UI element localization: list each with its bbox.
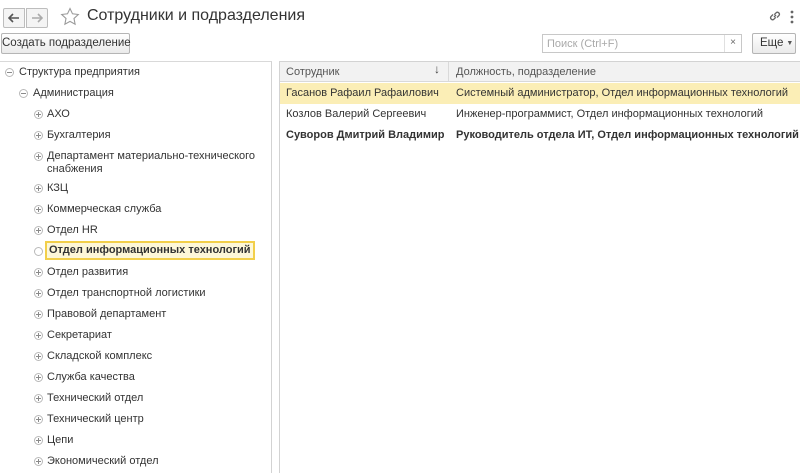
tree-node-admin[interactable]: Администрация — [0, 85, 270, 105]
create-department-button[interactable]: Создать подразделение — [1, 33, 131, 54]
tree-item-label: Технический отдел — [47, 392, 144, 404]
leaf-icon — [34, 247, 43, 256]
department-tree: Структура предприятия Администрация АХО … — [0, 61, 272, 473]
column-header-employee[interactable]: Сотрудник — [280, 62, 449, 82]
collapse-icon[interactable] — [5, 68, 14, 77]
tree-item-label: Секретариат — [47, 329, 112, 341]
expand-icon[interactable] — [34, 457, 43, 466]
page-title: Сотрудники и подразделения — [87, 7, 306, 24]
tree-item-warehouse[interactable]: Складской комплекс — [0, 348, 270, 368]
expand-icon[interactable] — [34, 268, 43, 277]
arrow-left-icon — [8, 13, 19, 23]
expand-icon[interactable] — [34, 184, 43, 193]
tree-item-label: Складской комплекс — [47, 350, 153, 362]
tree-item-label: Правовой департамент — [47, 308, 167, 320]
search-clear-button[interactable]: × — [724, 35, 741, 52]
tree-item-technical-center[interactable]: Технический центр — [0, 411, 270, 431]
tree-item-quality[interactable]: Служба качества — [0, 369, 270, 389]
tree-item-label: Отдел транспортной логистики — [47, 287, 206, 299]
arrow-right-icon — [32, 13, 43, 23]
tree-node-admin-label: Администрация — [33, 87, 114, 99]
tree-item-commercial[interactable]: Коммерческая служба — [0, 201, 270, 221]
tree-item-chains[interactable]: Цепи — [0, 432, 270, 452]
cell-position: Руководитель отдела ИТ, Отдел информацио… — [456, 129, 799, 141]
tree-item-accounting[interactable]: Бухгалтерия — [0, 127, 270, 147]
tree-item-label: Отдел развития — [47, 266, 129, 278]
expand-icon[interactable] — [34, 289, 43, 298]
back-button[interactable] — [3, 8, 25, 28]
tree-item-label: Экономический отдел — [47, 455, 159, 467]
tree-item-supply[interactable]: Департамент материально-технического сна… — [0, 148, 270, 180]
tree-item-label: Бухгалтерия — [47, 129, 111, 141]
tree-item-label-selected: Отдел информационных технологий — [45, 241, 255, 260]
expand-icon[interactable] — [34, 226, 43, 235]
expand-icon[interactable] — [34, 352, 43, 361]
tree-item-label: Технический центр — [47, 413, 144, 425]
sort-down-icon[interactable]: ↓ — [434, 62, 440, 76]
table-header: Сотрудник ↓ Должность, подразделение — [280, 62, 800, 82]
link-icon[interactable] — [768, 9, 782, 23]
expand-icon[interactable] — [34, 110, 43, 119]
tree-item-technical-dept[interactable]: Технический отдел — [0, 390, 270, 410]
tree-item-label: Цепи — [47, 434, 74, 446]
tree-item-economic[interactable]: Экономический отдел — [0, 453, 270, 473]
collapse-icon[interactable] — [19, 89, 28, 98]
title-bar: Сотрудники и подразделения — [0, 0, 800, 34]
tree-item-legal[interactable]: Правовой департамент — [0, 306, 270, 326]
tree-item-label: Департамент материально-технического сна… — [47, 150, 256, 175]
tree-root[interactable]: Структура предприятия — [0, 64, 270, 84]
tree-item-it[interactable]: Отдел информационных технологий — [0, 241, 270, 263]
table-row[interactable]: Гасанов Рафаил Рафаилович Системный адми… — [280, 83, 800, 104]
expand-icon[interactable] — [34, 415, 43, 424]
forward-button[interactable] — [26, 8, 48, 28]
search-box: × — [542, 34, 742, 53]
expand-icon[interactable] — [34, 436, 43, 445]
table-row[interactable]: Козлов Валерий Сергеевич Инженер-програм… — [280, 104, 800, 125]
cell-employee: Козлов Валерий Сергеевич — [286, 108, 427, 120]
more-button-label: Еще — [760, 37, 784, 49]
search-input[interactable] — [543, 35, 724, 52]
expand-icon[interactable] — [34, 331, 43, 340]
tree-item-aho[interactable]: АХО — [0, 106, 270, 126]
favorite-star-icon[interactable] — [60, 7, 80, 26]
more-menu-button[interactable]: Еще ▼ — [752, 33, 796, 54]
tree-item-development[interactable]: Отдел развития — [0, 264, 270, 284]
expand-icon[interactable] — [34, 310, 43, 319]
cell-employee: Гасанов Рафаил Рафаилович — [286, 87, 439, 99]
tree-item-label: АХО — [47, 108, 70, 120]
tree-item-label: Служба качества — [47, 371, 135, 383]
tree-item-secretariat[interactable]: Секретариат — [0, 327, 270, 347]
tree-item-label: Отдел HR — [47, 224, 98, 236]
tree-item-label: Коммерческая служба — [47, 203, 162, 215]
chevron-down-icon: ▼ — [786, 40, 794, 47]
expand-icon[interactable] — [34, 205, 43, 214]
more-vertical-icon[interactable] — [789, 9, 795, 25]
cell-position: Инженер-программист, Отдел информационны… — [456, 108, 764, 120]
tree-item-label: КЗЦ — [47, 182, 69, 194]
tree-root-label: Структура предприятия — [19, 66, 140, 78]
employees-table: Сотрудник ↓ Должность, подразделение Гас… — [279, 61, 800, 473]
table-row[interactable]: Суворов Дмитрий Владимир... Руководитель… — [280, 125, 800, 146]
tree-item-logistics[interactable]: Отдел транспортной логистики — [0, 285, 270, 305]
cell-employee: Суворов Дмитрий Владимир... — [286, 129, 445, 141]
column-header-position[interactable]: Должность, подразделение — [449, 62, 596, 82]
tree-item-hr[interactable]: Отдел HR — [0, 222, 270, 242]
expand-icon[interactable] — [34, 394, 43, 403]
expand-icon[interactable] — [34, 131, 43, 140]
cell-position: Системный администратор, Отдел информаци… — [456, 87, 789, 99]
tree-item-kzc[interactable]: КЗЦ — [0, 180, 270, 200]
column-header-employee-label: Сотрудник — [286, 66, 340, 78]
expand-icon[interactable] — [34, 152, 43, 161]
expand-icon[interactable] — [34, 373, 43, 382]
